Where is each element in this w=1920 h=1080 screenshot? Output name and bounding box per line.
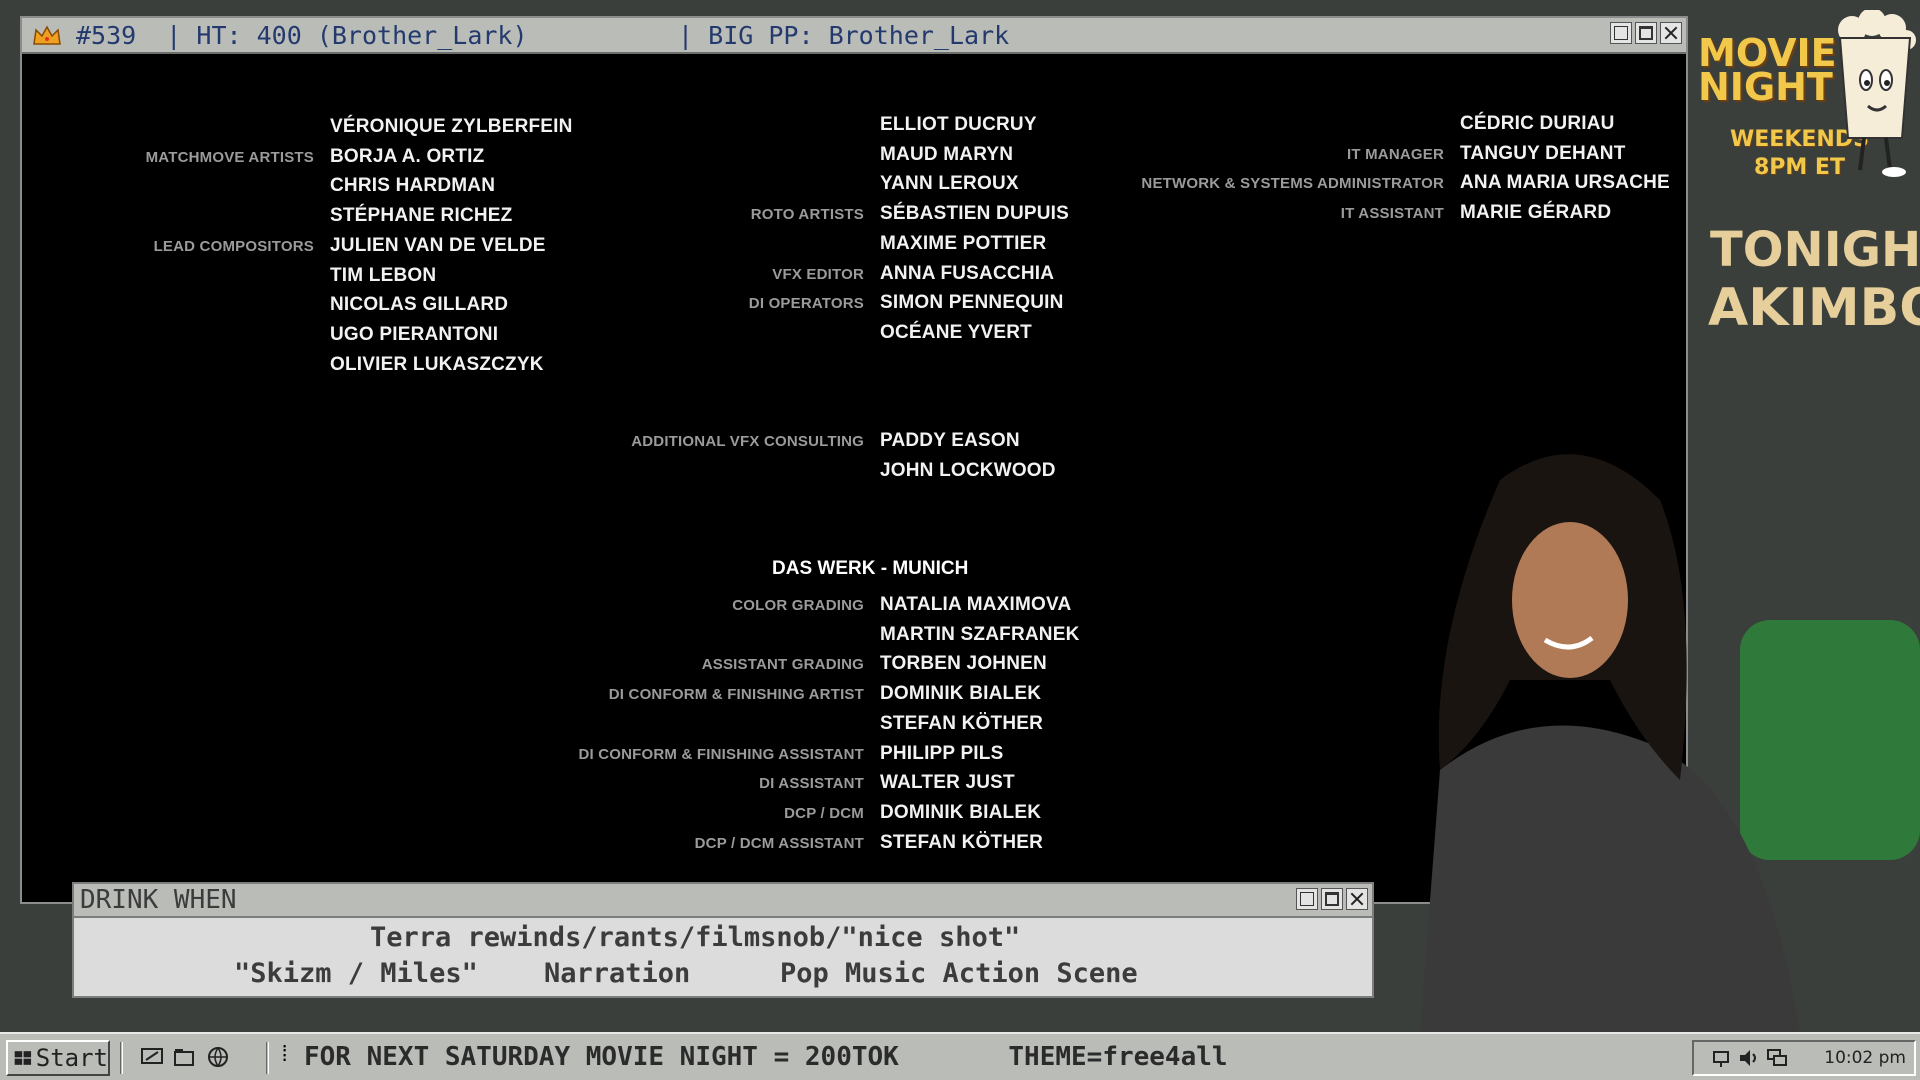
window-controls (1610, 22, 1682, 44)
popcorn-mascot-icon (1838, 10, 1916, 177)
credit-name: TORBEN JOHNEN (880, 653, 1047, 675)
chair-back (1740, 620, 1920, 860)
credit-name: STEFAN KÖTHER (880, 712, 1044, 734)
system-tray: 10:02 pm (1692, 1040, 1916, 1076)
credit-name: ANNA FUSACCHIA (880, 262, 1055, 284)
explorer-icon[interactable] (172, 1046, 196, 1068)
close-icon[interactable] (1346, 888, 1368, 910)
credit-role: IT ASSISTANT (1340, 205, 1444, 223)
credit-name: STÉPHANE RICHEZ (330, 205, 513, 227)
drink-rule-pop-music: Pop Music Action Scene (780, 958, 1138, 989)
volume-icon[interactable] (1738, 1048, 1760, 1068)
windows-logo-icon (14, 1051, 32, 1065)
credit-name: PHILIPP PILS (880, 742, 1004, 764)
ticker-menu-icon[interactable]: ⁞ (278, 1042, 302, 1067)
credit-name: CÉDRIC DURIAU (1460, 113, 1615, 134)
maximize-icon[interactable] (1635, 22, 1657, 44)
person-face (1512, 522, 1628, 678)
credit-name: MAXIME POTTIER (880, 232, 1047, 254)
credit-name: CHRIS HARDMAN (330, 175, 496, 197)
credit-role: IT MANAGER (1347, 145, 1444, 163)
drink-rule-narration: Narration (544, 958, 691, 989)
drink-rule-skizm: "Skizm / Miles" (234, 958, 478, 989)
credit-name: YANN LEROUX (880, 173, 1019, 195)
drink-when-titlebar[interactable]: DRINK WHEN (74, 884, 1372, 918)
credit-name: TIM LEBON (330, 264, 437, 286)
credit-name: UGO PIERANTONI (330, 323, 499, 345)
drink-rule-line-1: Terra rewinds/rants/filmsnob/"nice shot" (370, 922, 1021, 953)
taskbar: Start ⁞ FOR NEXT SATURDAY MOVIE NIGHT = … (0, 1032, 1920, 1080)
webcam-feed (1420, 454, 1920, 1032)
browser-icon[interactable] (206, 1046, 230, 1068)
credit-name: WALTER JUST (880, 772, 1015, 794)
credit-role: DI ASSISTANT (759, 775, 864, 793)
movie-night-logo: MOVIE NIGHT (1698, 34, 1837, 109)
minimize-icon[interactable] (1610, 22, 1632, 44)
credits-window-title: #539 | HT: 400 (Brother_Lark) | BIG PP: … (76, 20, 1010, 50)
credit-role: MATCHMOVE ARTISTS (145, 148, 314, 166)
drink-window-controls (1296, 888, 1368, 910)
credit-role: DI CONFORM & FINISHING ASSISTANT (578, 745, 864, 763)
credit-name: JULIEN VAN DE VELDE (330, 234, 546, 256)
start-label: Start (35, 1044, 108, 1072)
credit-name: ANA MARIA URSACHE (1460, 172, 1670, 194)
credit-name: SÉBASTIEN DUPUIS (880, 203, 1070, 225)
credit-name: VÉRONIQUE ZYLBERFEIN (330, 116, 573, 137)
credit-name: MAUD MARYN (880, 143, 1014, 165)
credit-role: NETWORK & SYSTEMS ADMINISTRATOR (1141, 175, 1444, 193)
taskbar-separator (120, 1042, 123, 1074)
taskbar-separator (266, 1042, 269, 1074)
credit-name: OCÉANE YVERT (880, 321, 1032, 343)
display-icon[interactable] (1766, 1048, 1788, 1068)
credit-name: SIMON PENNEQUIN (880, 292, 1064, 314)
credit-role: LEAD COMPOSITORS (153, 237, 314, 255)
maximize-icon[interactable] (1321, 888, 1343, 910)
credit-name: NICOLAS GILLARD (330, 294, 509, 316)
credit-name: OLIVIER LUKASZCZYK (330, 353, 544, 375)
taskbar-ticker: FOR NEXT SATURDAY MOVIE NIGHT = 200TOK T… (304, 1042, 1228, 1072)
close-icon[interactable] (1660, 22, 1682, 44)
credit-name: STEFAN KÖTHER (880, 831, 1044, 853)
credit-role: DCP / DCM (784, 804, 864, 822)
credit-name: MARIE GÉRARD (1460, 202, 1612, 224)
credit-role: DI CONFORM & FINISHING ARTIST (608, 686, 864, 704)
credit-name: NATALIA MAXIMOVA (880, 594, 1072, 615)
credit-name: DOMINIK BIALEK (880, 683, 1042, 705)
credit-name: PADDY EASON (880, 430, 1020, 451)
start-button[interactable]: Start (6, 1040, 110, 1076)
credit-role: COLOR GRADING (732, 597, 864, 614)
network-icon[interactable] (1712, 1048, 1734, 1068)
taskbar-clock: 10:02 pm (1824, 1048, 1906, 1068)
crown-icon (33, 25, 61, 45)
credit-name: DOMINIK BIALEK (880, 801, 1042, 823)
credit-role: ADDITIONAL VFX CONSULTING (631, 433, 864, 450)
desktop-icon[interactable] (140, 1046, 164, 1068)
credit-name: MARTIN SZAFRANEK (880, 623, 1080, 645)
logo-line-2: NIGHT (1698, 65, 1833, 109)
drink-when-title: DRINK WHEN (80, 885, 237, 915)
credit-name: JOHN LOCKWOOD (880, 459, 1056, 481)
credit-role: DCP / DCM ASSISTANT (694, 834, 864, 852)
credit-name: BORJA A. ORTIZ (330, 145, 485, 167)
credits-window-titlebar[interactable]: #539 | HT: 400 (Brother_Lark) | BIG PP: … (22, 18, 1686, 54)
credit-name: ELLIOT DUCRUY (880, 114, 1037, 135)
minimize-icon[interactable] (1296, 888, 1318, 910)
credit-name: TANGUY DEHANT (1460, 142, 1626, 164)
drink-when-window: DRINK WHEN Terra rewinds/rants/filmsnob/… (72, 882, 1374, 998)
tonight-label: TONIGHT: (1710, 222, 1920, 278)
credit-role: DI OPERATORS (748, 295, 864, 313)
tonight-movie-title: AKIMBO (1708, 278, 1920, 338)
credit-role: VFX EDITOR (772, 265, 864, 283)
credit-role: ASSISTANT GRADING (701, 656, 864, 674)
credit-role: ROTO ARTISTS (750, 206, 864, 224)
das-werk-heading: DAS WERK - MUNICH (772, 558, 969, 579)
